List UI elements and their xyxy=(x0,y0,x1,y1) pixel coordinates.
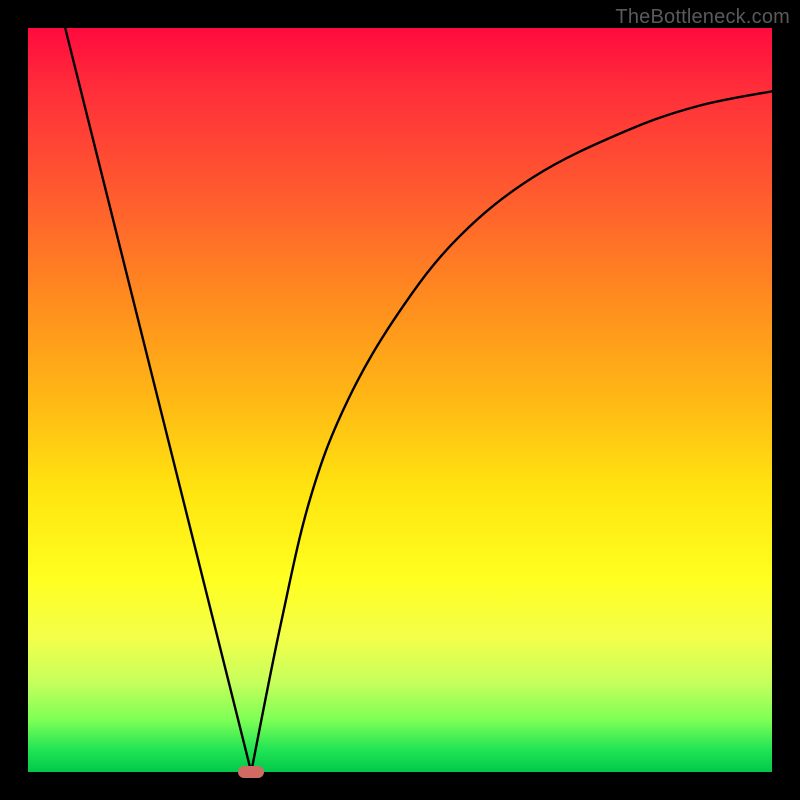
minimum-marker xyxy=(238,766,264,778)
curve-svg xyxy=(28,28,772,772)
bottleneck-curve xyxy=(65,28,772,772)
chart-frame: TheBottleneck.com xyxy=(0,0,800,800)
watermark-text: TheBottleneck.com xyxy=(615,6,790,29)
plot-area xyxy=(28,28,772,772)
